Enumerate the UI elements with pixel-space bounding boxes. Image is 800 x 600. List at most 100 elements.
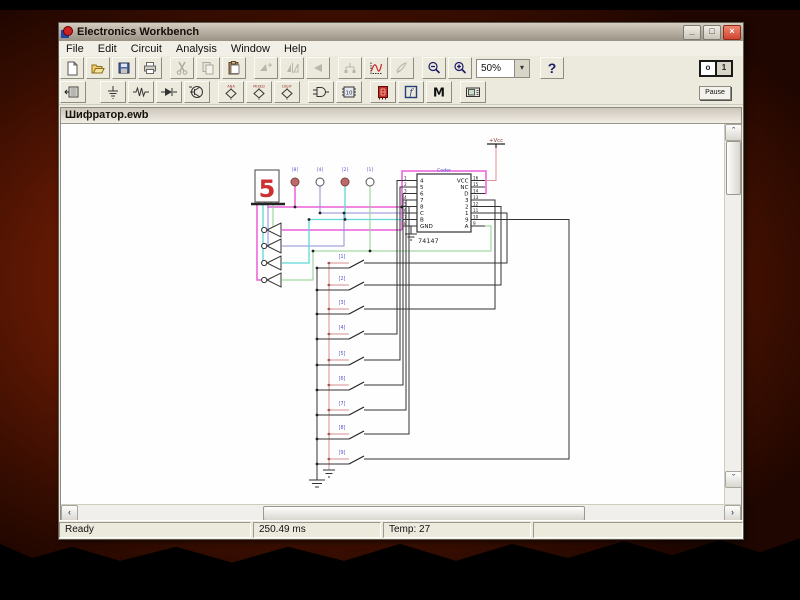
basic-bin-button[interactable] — [128, 81, 154, 103]
menu-edit[interactable]: Edit — [91, 43, 124, 55]
indicators-bin-button[interactable] — [370, 81, 396, 103]
probe-label: [1] — [367, 167, 374, 173]
favorites-bin-button[interactable] — [60, 81, 86, 103]
status-temperature: Temp: 27 — [383, 522, 531, 538]
cut-button-disabled — [170, 57, 194, 79]
logic-gates-bin-button[interactable] — [308, 81, 334, 103]
ground-symbol-bus[interactable] — [323, 469, 335, 478]
circuit-document-window: Шифратор.ewb 5 [8] [4] [2] [1] Coder 741… — [60, 107, 742, 522]
sources-bin-button[interactable] — [100, 81, 126, 103]
horizontal-scroll-thumb[interactable] — [263, 506, 585, 521]
ground-symbol-chip[interactable] — [405, 226, 417, 241]
zoom-in-button[interactable] — [448, 57, 472, 79]
slide-background: { "window": { "title": "Electronics Work… — [0, 0, 800, 600]
inverter-gates[interactable] — [261, 222, 282, 288]
svg-text:9: 9 — [473, 221, 476, 226]
open-file-button[interactable] — [86, 57, 110, 79]
component-properties-button-disabled — [390, 57, 414, 79]
menu-window[interactable]: Window — [224, 43, 277, 55]
svg-text:GND: GND — [420, 224, 433, 230]
document-title[interactable]: Шифратор.ewb — [61, 108, 741, 124]
svg-text:M: M — [433, 86, 445, 100]
status-bar: Ready 250.49 ms Temp: 27 — [59, 520, 743, 538]
print-button[interactable] — [138, 57, 162, 79]
menu-circuit[interactable]: Circuit — [124, 43, 169, 55]
power-on-label: 1 — [715, 62, 731, 75]
power-switch[interactable]: o 1 — [699, 60, 733, 77]
new-file-button[interactable] — [60, 57, 84, 79]
encoder-chip-74147[interactable]: Coder 74147 1 2 3 4 5 6 7 8 16 15 14 13 … — [403, 168, 485, 246]
probe-indicators[interactable]: [8] [4] [2] [1] — [290, 167, 375, 187]
svg-text:16: 16 — [473, 176, 479, 181]
menu-analysis[interactable]: Analysis — [169, 43, 224, 55]
svg-text:12: 12 — [473, 202, 479, 207]
svg-text:[3]: [3] — [339, 300, 346, 306]
svg-text:[5]: [5] — [339, 351, 346, 357]
junction-dots — [293, 205, 404, 466]
scroll-down-icon[interactable]: ˇ — [725, 471, 742, 488]
minimize-button[interactable]: _ — [683, 24, 701, 40]
mixed-ics-bin-button[interactable]: MIXED — [246, 81, 272, 103]
subcircuit-button-disabled — [338, 57, 362, 79]
svg-text:[7]: [7] — [339, 401, 346, 407]
svg-text:1: 1 — [404, 176, 407, 181]
vcc-terminal[interactable] — [487, 143, 505, 148]
svg-text:13: 13 — [473, 195, 479, 200]
wire-signal-c — [261, 186, 403, 247]
svg-text:6: 6 — [420, 192, 424, 198]
menu-file[interactable]: File — [59, 43, 91, 55]
probe-lamp[interactable] — [340, 177, 350, 187]
flip-horizontal-button-disabled — [306, 57, 330, 79]
controls-bin-button[interactable]: f — [398, 81, 424, 103]
digital-ics-bin-button[interactable]: DIGIT — [274, 81, 300, 103]
menu-help[interactable]: Help — [277, 43, 314, 55]
svg-text:A: A — [465, 224, 469, 230]
circuit-canvas[interactable]: 5 [8] [4] [2] [1] Coder 74147 1 2 3 4 5 … — [61, 124, 724, 504]
help-button[interactable]: ? — [540, 57, 564, 79]
switch-labels: [1] [2] [3] [4] [5] [6] [7] [8] [9] — [339, 254, 346, 456]
analog-ics-bin-button[interactable]: ANA — [218, 81, 244, 103]
window-titlebar[interactable]: Electronics Workbench _ □ × — [59, 23, 743, 42]
svg-text:10: 10 — [473, 215, 479, 220]
probe-lamp[interactable] — [315, 177, 325, 187]
graphs-button[interactable] — [364, 57, 388, 79]
svg-text:14: 14 — [473, 189, 479, 194]
save-button[interactable] — [112, 57, 136, 79]
display-digit: 5 — [259, 175, 276, 203]
probe-lamp[interactable] — [290, 177, 300, 187]
zoom-out-button[interactable] — [422, 57, 446, 79]
svg-text:7: 7 — [404, 215, 407, 220]
switch-levers[interactable] — [348, 259, 365, 465]
chip-part-number: 74147 — [418, 237, 439, 245]
close-button[interactable]: × — [723, 24, 741, 40]
pause-button[interactable]: Pause — [699, 86, 731, 100]
ground-symbol-main[interactable] — [309, 479, 325, 488]
zoom-level-combobox[interactable]: 50% ▾ — [476, 58, 530, 78]
svg-text:[2]: [2] — [339, 276, 346, 282]
horizontal-scroll-track[interactable] — [78, 505, 724, 521]
diodes-bin-button[interactable] — [156, 81, 182, 103]
vertical-scroll-thumb[interactable] — [726, 141, 741, 195]
paste-button[interactable] — [222, 57, 246, 79]
svg-text:[8]: [8] — [339, 425, 346, 431]
svg-text:VCC: VCC — [457, 179, 469, 185]
menu-bar: File Edit Circuit Analysis Window Help — [59, 41, 743, 57]
digital-bin-button[interactable]: 10 — [336, 81, 362, 103]
svg-text:15: 15 — [473, 182, 479, 187]
vcc-label: +Vcc — [489, 138, 503, 144]
vertical-scrollbar[interactable]: ˆ ˇ — [724, 124, 742, 504]
wire-ground-bus — [316, 267, 349, 480]
status-ready: Ready — [59, 522, 251, 538]
rotate-button-disabled — [254, 57, 278, 79]
instruments-bin-button[interactable] — [460, 81, 486, 103]
horizontal-scrollbar[interactable]: ‹ › — [61, 504, 741, 522]
chevron-down-icon[interactable]: ▾ — [514, 59, 529, 77]
scroll-up-icon[interactable]: ˆ — [725, 124, 742, 141]
svg-text:9: 9 — [465, 218, 469, 224]
probe-lamp[interactable] — [365, 177, 375, 187]
svg-text:1: 1 — [465, 211, 469, 217]
restore-button[interactable]: □ — [703, 24, 721, 40]
seven-segment-display[interactable]: 5 — [254, 169, 280, 203]
transistors-bin-button[interactable] — [184, 81, 210, 103]
miscellaneous-bin-button[interactable]: M — [426, 81, 452, 103]
